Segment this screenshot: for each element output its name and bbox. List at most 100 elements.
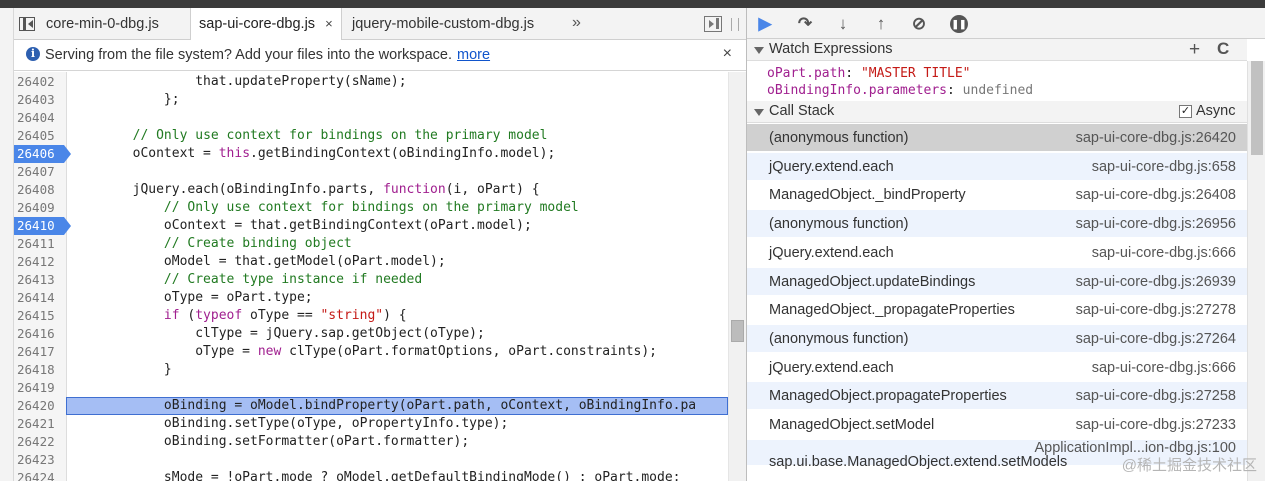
call-stack-header[interactable]: Call Stack ✓ Async (747, 101, 1247, 123)
code-line[interactable]: 26424 sMode = !oPart.mode ? oModel.getDe… (14, 469, 728, 481)
code-line[interactable]: 26411 // Create binding object (14, 235, 728, 253)
code-text: that.updateProperty(sName); (70, 74, 407, 89)
call-frame-location-link[interactable]: sap-ui-core-dbg.js:27264 (1076, 331, 1236, 347)
call-frame[interactable]: ManagedObject.setModel sap-ui-core-dbg.js… (747, 411, 1247, 439)
line-number[interactable]: 26414 (17, 289, 65, 307)
line-number[interactable]: 26424 (17, 469, 65, 481)
code-line[interactable]: 26408 jQuery.each(oBindingInfo.parts, fu… (14, 181, 728, 199)
call-frame[interactable]: ManagedObject._propagateProperties sap-ui… (747, 296, 1247, 325)
call-frame[interactable]: ManagedObject.updateBindings sap-ui-core-… (747, 267, 1247, 296)
call-frame-location-link[interactable]: sap-ui-core-dbg.js:27278 (1076, 302, 1236, 318)
line-number[interactable]: 26417 (17, 343, 65, 361)
code-line[interactable]: 26410 oContext = that.getBindingContext(… (14, 217, 728, 235)
code-line[interactable]: 26403 }; (14, 91, 728, 109)
line-number[interactable]: 26422 (17, 433, 65, 451)
call-frame-location-link[interactable]: sap-ui-core-dbg.js:666 (1092, 360, 1236, 376)
call-frame-location-link[interactable]: sap-ui-core-dbg.js:666 (1092, 245, 1236, 261)
call-frame-location-link[interactable]: sap-ui-core-dbg.js:26956 (1076, 216, 1236, 232)
line-number[interactable]: 26415 (17, 307, 65, 325)
call-frame-name: jQuery.extend.each (769, 244, 894, 261)
tab-jquery-mobile[interactable]: jquery-mobile-custom-dbg.js (344, 8, 542, 40)
infobar-more-link[interactable]: more (457, 47, 490, 63)
step-out-icon[interactable]: ↑ (869, 13, 893, 35)
code-line[interactable]: 26418 } (14, 361, 728, 379)
call-frame-location-link[interactable]: sap-ui-core-dbg.js:26408 (1076, 187, 1236, 203)
code-line[interactable]: 26423 (14, 451, 728, 469)
watch-item[interactable]: oBindingInfo.parameters: undefined (767, 82, 1033, 99)
navigator-toggle-icon[interactable] (18, 15, 36, 33)
watch-item[interactable]: oPart.path: "MASTER TITLE" (767, 65, 971, 82)
call-frame[interactable]: ManagedObject.propagateProperties sap-ui-… (747, 382, 1247, 411)
code-line[interactable]: 26412 oModel = that.getModel(oPart.model… (14, 253, 728, 271)
code-line[interactable]: 26422 oBinding.setFormatter(oPart.format… (14, 433, 728, 451)
code-line[interactable]: 26402 that.updateProperty(sName); (14, 73, 728, 91)
breakpoint-line-number[interactable]: 26410 (14, 217, 71, 235)
code-line[interactable]: 26420 oBinding = oModel.bindProperty(oPa… (14, 397, 728, 415)
step-into-icon[interactable]: ↓ (831, 13, 855, 35)
debugger-sidebar-toggle-icon[interactable] (704, 16, 722, 32)
call-frame-location-link[interactable]: sap-ui-core-dbg.js:26420 (1076, 130, 1236, 146)
line-number[interactable]: 26407 (17, 163, 65, 181)
call-frame[interactable]: jQuery.extend.each sap-ui-core-dbg.js:666 (747, 239, 1247, 267)
line-number[interactable]: 26413 (17, 271, 65, 289)
async-checkbox[interactable]: ✓ (1179, 105, 1192, 118)
line-number[interactable]: 26405 (17, 127, 65, 145)
deactivate-breakpoints-icon[interactable]: ⊘ (907, 13, 931, 35)
line-number[interactable]: 26412 (17, 253, 65, 271)
call-frame-location-link[interactable]: sap-ui-core-dbg.js:27258 (1076, 388, 1236, 404)
debugger-scrollbar[interactable] (1247, 61, 1265, 481)
call-frame-location-link[interactable]: sap-ui-core-dbg.js:658 (1092, 159, 1236, 175)
code-editor[interactable]: 26402 that.updateProperty(sName); 26403 }… (14, 72, 746, 481)
watch-expressions-list: oPart.path: "MASTER TITLE" oBindingInfo.… (747, 63, 1247, 100)
call-frame[interactable]: ManagedObject._bindProperty sap-ui-core-d… (747, 181, 1247, 210)
line-number[interactable]: 26409 (17, 199, 65, 217)
tab-sap-ui-core[interactable]: sap-ui-core-dbg.js × (190, 8, 342, 41)
code-line[interactable]: 26414 oType = oPart.type; (14, 289, 728, 307)
resume-icon[interactable]: ▶ (753, 13, 777, 35)
tab-overflow-chevron-icon[interactable]: » (572, 8, 581, 40)
line-number[interactable]: 26408 (17, 181, 65, 199)
call-frame[interactable]: (anonymous function) sap-ui-core-dbg.js:2… (747, 124, 1247, 152)
line-number[interactable]: 26404 (17, 109, 65, 127)
line-number[interactable]: 26411 (17, 235, 65, 253)
line-number[interactable]: 26402 (17, 73, 65, 91)
line-number[interactable]: 26423 (17, 451, 65, 469)
refresh-watch-icon[interactable]: C (1217, 39, 1229, 59)
tab-close-icon[interactable]: × (325, 16, 333, 31)
line-number[interactable]: 26420 (17, 397, 65, 415)
editor-scrollbar[interactable] (728, 72, 746, 481)
pane-resize-grip-icon[interactable] (731, 18, 739, 31)
line-number[interactable]: 26421 (17, 415, 65, 433)
code-line[interactable]: 26416 clType = jQuery.sap.getObject(oTyp… (14, 325, 728, 343)
code-line[interactable]: 26409 // Only use context for bindings o… (14, 199, 728, 217)
breakpoint-line-number[interactable]: 26406 (14, 145, 71, 163)
line-number[interactable]: 26418 (17, 361, 65, 379)
code-line[interactable]: 26415 if (typeof oType == "string") { (14, 307, 728, 325)
code-line[interactable]: 26406 oContext = this.getBindingContext(… (14, 145, 728, 163)
infobar-close-icon[interactable]: × (723, 45, 732, 63)
add-watch-icon[interactable]: + (1189, 39, 1200, 61)
call-frame[interactable]: (anonymous function) sap-ui-core-dbg.js:2… (747, 324, 1247, 353)
call-frame[interactable]: jQuery.extend.each sap-ui-core-dbg.js:666 (747, 354, 1247, 382)
code-line[interactable]: 26404 (14, 109, 728, 127)
editor-scroll-thumb[interactable] (731, 320, 744, 342)
call-frame-location-link[interactable]: sap-ui-core-dbg.js:26939 (1076, 274, 1236, 290)
code-line[interactable]: 26417 oType = new clType(oPart.formatOpt… (14, 343, 728, 361)
call-frame-location-link[interactable]: sap-ui-core-dbg.js:27233 (1076, 417, 1236, 433)
pause-on-exceptions-icon[interactable]: ❚❚ (950, 15, 968, 33)
code-line[interactable]: 26405 // Only use context for bindings o… (14, 127, 728, 145)
code-line[interactable]: 26413 // Create type instance if needed (14, 271, 728, 289)
tab-core-min[interactable]: core-min-0-dbg.js (38, 8, 167, 40)
line-number[interactable]: 26416 (17, 325, 65, 343)
code-line[interactable]: 26419 (14, 379, 728, 397)
step-over-icon[interactable]: ↷ (793, 13, 817, 35)
call-frame[interactable]: jQuery.extend.each sap-ui-core-dbg.js:658 (747, 152, 1247, 181)
line-number[interactable]: 26419 (17, 379, 65, 397)
debugger-scroll-thumb[interactable] (1251, 61, 1263, 155)
code-line[interactable]: 26407 (14, 163, 728, 181)
line-number[interactable]: 26403 (17, 91, 65, 109)
call-frame[interactable]: (anonymous function) sap-ui-core-dbg.js:2… (747, 210, 1247, 239)
watch-expressions-header[interactable]: Watch Expressions + C (747, 39, 1247, 61)
source-pane: core-min-0-dbg.js sap-ui-core-dbg.js × jq… (14, 8, 746, 481)
code-line[interactable]: 26421 oBinding.setType(oType, oPropertyI… (14, 415, 728, 433)
